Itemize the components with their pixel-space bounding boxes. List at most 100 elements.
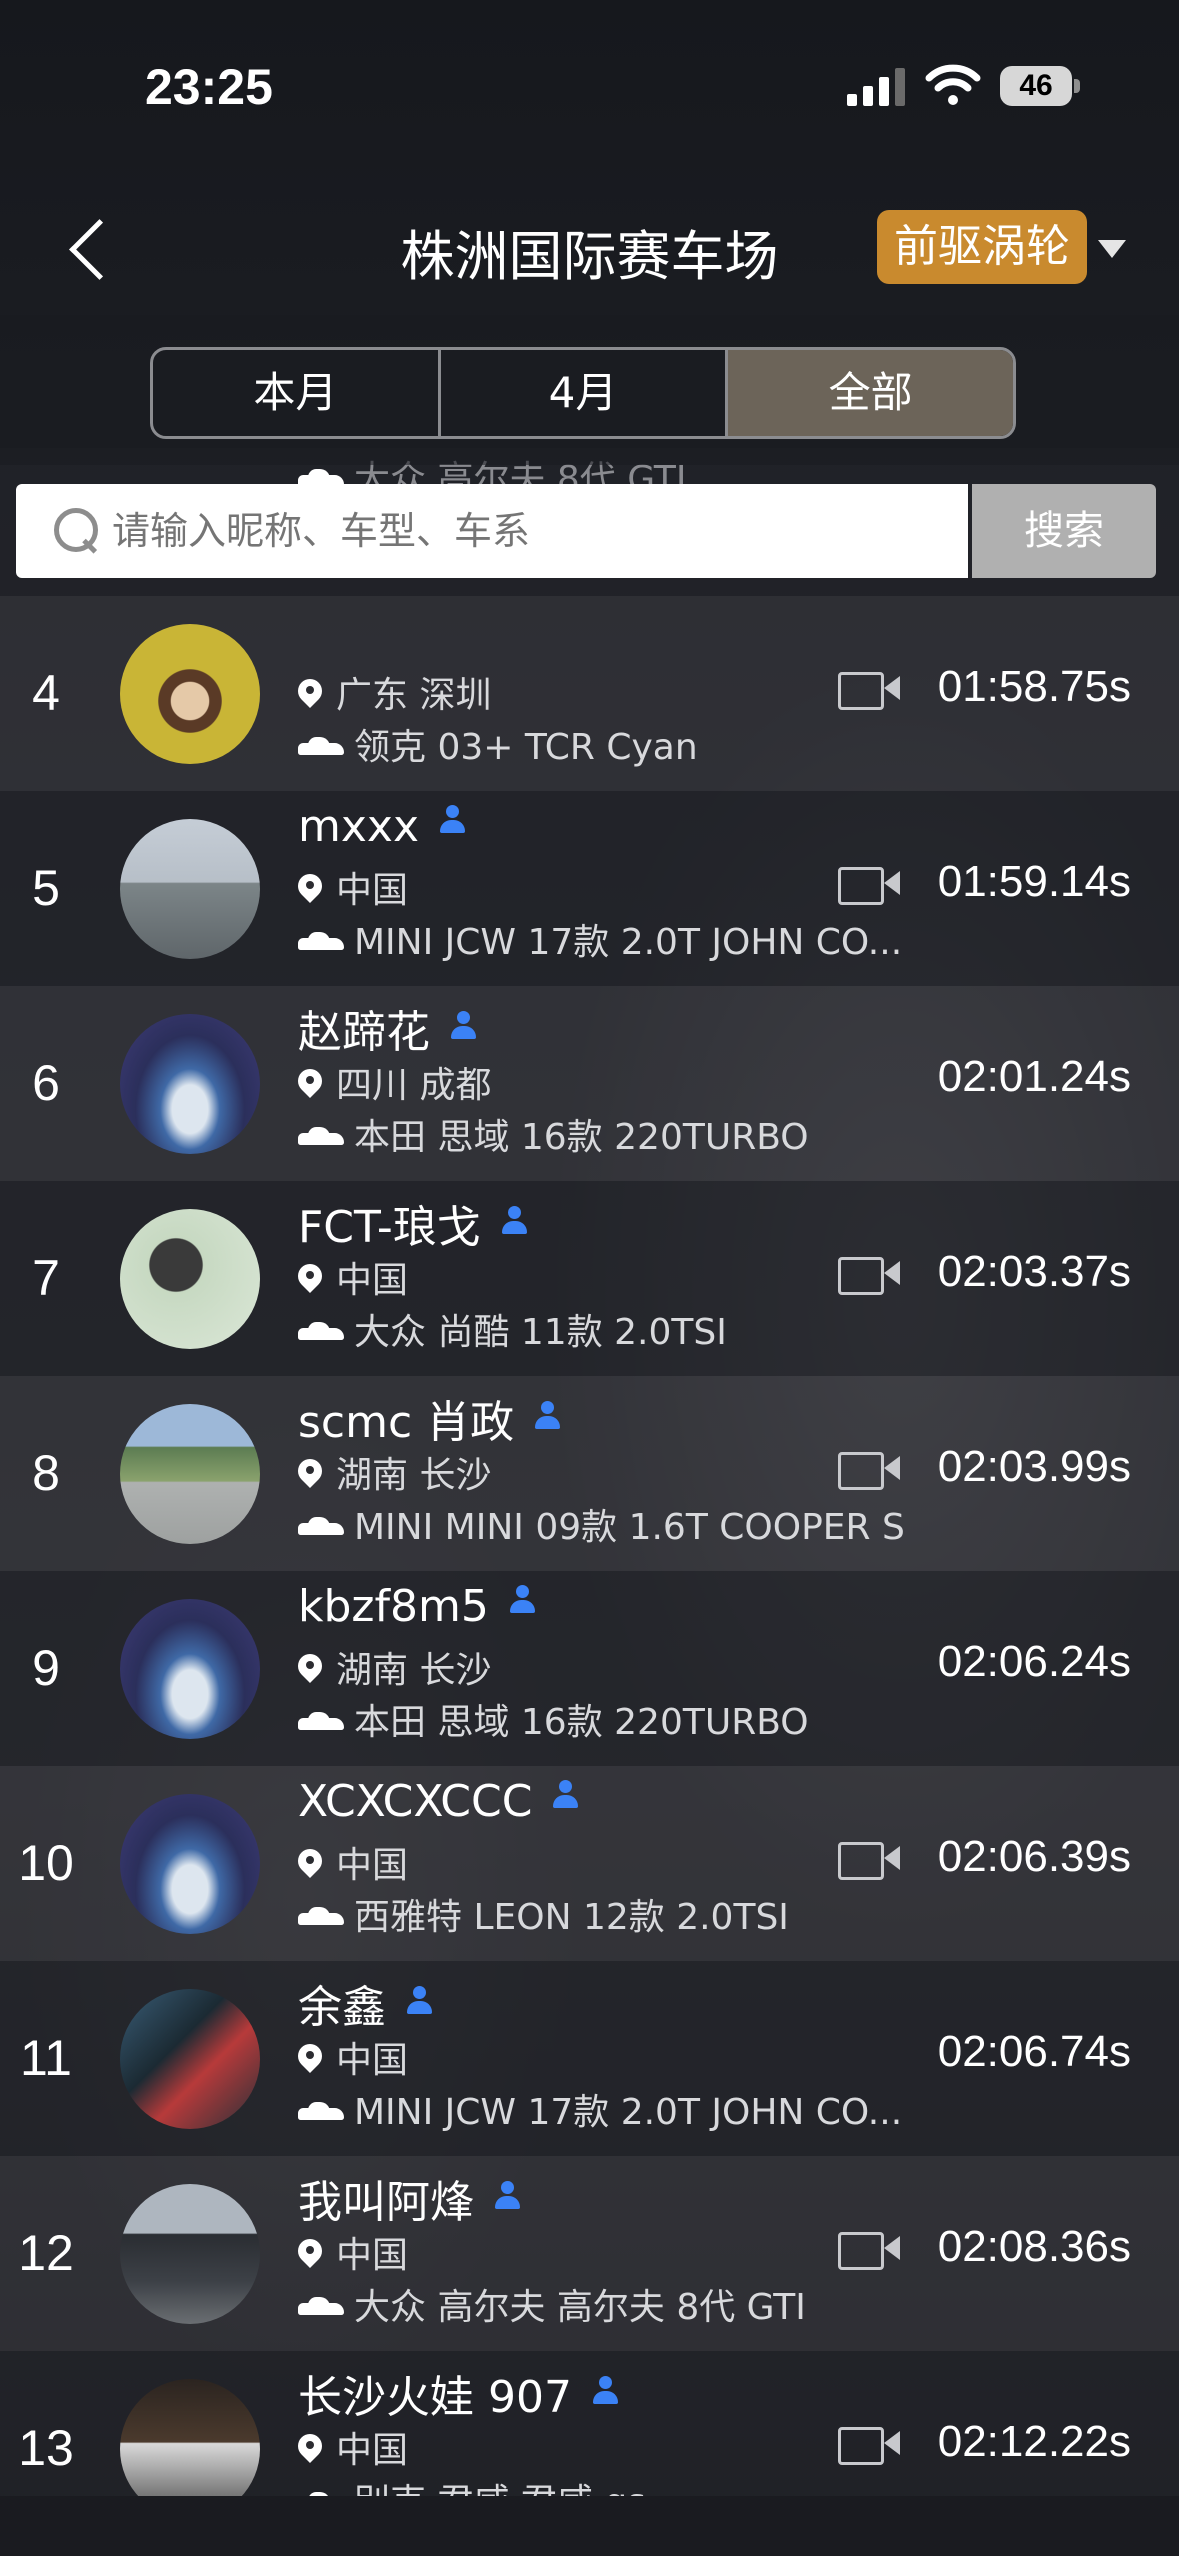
table-row[interactable]: 12 我叫阿烽 中国 大众 高尔夫 高尔夫 8代 GTI 02:08.36s	[0, 2156, 1179, 2351]
user-name[interactable]: 赵蹄花	[298, 996, 476, 1060]
cellular-signal-icon	[847, 68, 905, 106]
avatar[interactable]	[120, 1403, 260, 1544]
location-text: 湖南 长沙	[336, 1649, 492, 1691]
user-name[interactable]: 余鑫	[298, 1971, 432, 2035]
table-row[interactable]: 4 广东 深圳 领克 03+ TCR Cyan 01:58.75s	[0, 596, 1179, 791]
user-icon	[406, 1985, 432, 2016]
table-row[interactable]: 8 scmc 肖政 湖南 长沙 MINI MINI 09款 1.6T COOPE…	[0, 1376, 1179, 1571]
status-time: 23:25	[145, 59, 273, 115]
lap-time: 02:03.37s	[937, 1246, 1131, 1296]
table-row[interactable]: 6 赵蹄花 四川 成都 本田 思域 16款 220TURBO 02:01.24s	[0, 986, 1179, 1181]
location-text: 中国	[336, 869, 409, 911]
user-name[interactable]: mxxx	[298, 801, 465, 852]
location: 中国	[298, 1836, 408, 1888]
location: 中国	[298, 2421, 408, 2473]
leaderboard-list[interactable]: 大众 高尔夫 8代 GTI 4 广东 深圳 领克 03+ TCR Cyan 01…	[0, 448, 1179, 2556]
user-icon	[552, 1779, 579, 1810]
rank-number: 13	[18, 2419, 74, 2476]
user-name-text: FCT-琅戈	[298, 1201, 481, 1253]
video-icon[interactable]	[838, 670, 900, 710]
wifi-icon	[925, 64, 981, 105]
location-pin-icon	[298, 1654, 324, 1684]
car-model-text: 本田 思域 16款 220TURBO	[354, 1701, 809, 1743]
video-icon[interactable]	[838, 865, 900, 905]
car-icon	[298, 1321, 344, 1346]
avatar[interactable]	[120, 1013, 260, 1154]
car-model: 本田 思域 16款 220TURBO	[298, 1108, 809, 1160]
car-icon	[298, 1516, 344, 1541]
car-icon	[298, 2296, 344, 2321]
user-name[interactable]: 我叫阿烽	[298, 2166, 520, 2230]
location: 广东 深圳	[298, 666, 491, 718]
avatar[interactable]	[120, 1793, 260, 1934]
tab-this-month[interactable]: 本月	[153, 350, 441, 436]
car-icon	[298, 931, 344, 956]
video-icon[interactable]	[838, 1450, 900, 1490]
table-row[interactable]: 9 kbzf8m5 湖南 长沙 本田 思域 16款 220TURBO 02:06…	[0, 1571, 1179, 1766]
search-input[interactable]	[112, 484, 952, 578]
avatar[interactable]	[120, 818, 260, 959]
location-text: 广东 深圳	[336, 674, 492, 716]
location-text: 中国	[336, 1844, 409, 1886]
avatar[interactable]	[120, 1598, 260, 1739]
tab-april[interactable]: 4月	[441, 350, 729, 436]
user-name[interactable]: scmc 肖政	[298, 1386, 561, 1450]
car-type-filter-button[interactable]: 前驱涡轮	[877, 210, 1087, 284]
rank-number: 7	[32, 1249, 60, 1306]
car-model-text: 领克 03+ TCR Cyan	[354, 726, 698, 768]
user-name-text: XCXCXCCC	[298, 1775, 533, 1827]
search-button[interactable]: 搜索	[972, 484, 1156, 578]
car-model: 大众 尚酷 11款 2.0TSI	[298, 1303, 727, 1355]
search-bar: 搜索	[16, 484, 1156, 578]
car-icon	[298, 1126, 344, 1151]
location-pin-icon	[298, 1849, 324, 1879]
status-bar: 23:25 46	[0, 0, 1179, 170]
navigation-bar: 株洲国际赛车场 前驱涡轮	[0, 170, 1179, 315]
battery-icon: 46	[1000, 64, 1080, 108]
location-pin-icon	[298, 1459, 324, 1489]
rank-number: 6	[32, 1054, 60, 1111]
location: 中国	[298, 2031, 408, 2083]
avatar[interactable]	[120, 623, 260, 764]
user-name[interactable]: FCT-琅戈	[298, 1191, 527, 1255]
user-name[interactable]: 长沙火娃 907	[298, 2361, 618, 2425]
car-model: MINI JCW 17款 2.0T JOHN CO...	[298, 2083, 902, 2135]
location-text: 湖南 长沙	[336, 1454, 492, 1496]
lap-time: 01:58.75s	[937, 661, 1131, 711]
video-icon[interactable]	[838, 1255, 900, 1295]
search-icon	[54, 508, 98, 554]
tab-all[interactable]: 全部	[728, 350, 1013, 436]
table-row[interactable]: 11 余鑫 中国 MINI JCW 17款 2.0T JOHN CO... 02…	[0, 1961, 1179, 2156]
location-pin-icon	[298, 874, 324, 904]
user-name-text: scmc 肖政	[298, 1396, 515, 1448]
video-icon[interactable]	[838, 2425, 900, 2465]
user-icon	[501, 1205, 527, 1236]
user-name[interactable]: XCXCXCCC	[298, 1775, 579, 1827]
video-icon[interactable]	[838, 1840, 900, 1880]
video-icon[interactable]	[838, 2230, 900, 2270]
avatar[interactable]	[120, 1208, 260, 1349]
table-row[interactable]: 7 FCT-琅戈 中国 大众 尚酷 11款 2.0TSI 02:03.37s	[0, 1181, 1179, 1376]
avatar[interactable]	[120, 2183, 260, 2324]
chevron-down-icon[interactable]	[1098, 240, 1126, 258]
location-text: 中国	[336, 2039, 409, 2081]
table-row[interactable]: 5 mxxx 中国 MINI JCW 17款 2.0T JOHN CO... 0…	[0, 791, 1179, 986]
user-icon	[592, 2375, 618, 2406]
car-model-text: 大众 高尔夫 高尔夫 8代 GTI	[354, 2286, 806, 2328]
rank-number: 11	[20, 2029, 72, 2086]
rank-number: 9	[32, 1639, 60, 1696]
table-row[interactable]: 10 XCXCXCCC 中国 西雅特 LEON 12款 2.0TSI 02:06…	[0, 1766, 1179, 1961]
user-icon	[534, 1400, 561, 1431]
rank-number: 4	[32, 664, 60, 721]
car-model: MINI MINI 09款 1.6T COOPER S	[298, 1498, 905, 1550]
lap-time: 02:01.24s	[937, 1051, 1131, 1101]
car-model-text: 西雅特 LEON 12款 2.0TSI	[354, 1896, 789, 1938]
period-tabs-bar: 本月 4月 全部	[0, 315, 1179, 465]
avatar[interactable]	[120, 1988, 260, 2129]
user-icon	[439, 804, 465, 835]
location-text: 中国	[336, 1259, 409, 1301]
car-icon	[298, 1711, 344, 1736]
car-model-text: MINI MINI 09款 1.6T COOPER S	[354, 1506, 905, 1548]
lap-time: 02:08.36s	[937, 2221, 1131, 2271]
user-name[interactable]: kbzf8m5	[298, 1581, 535, 1632]
